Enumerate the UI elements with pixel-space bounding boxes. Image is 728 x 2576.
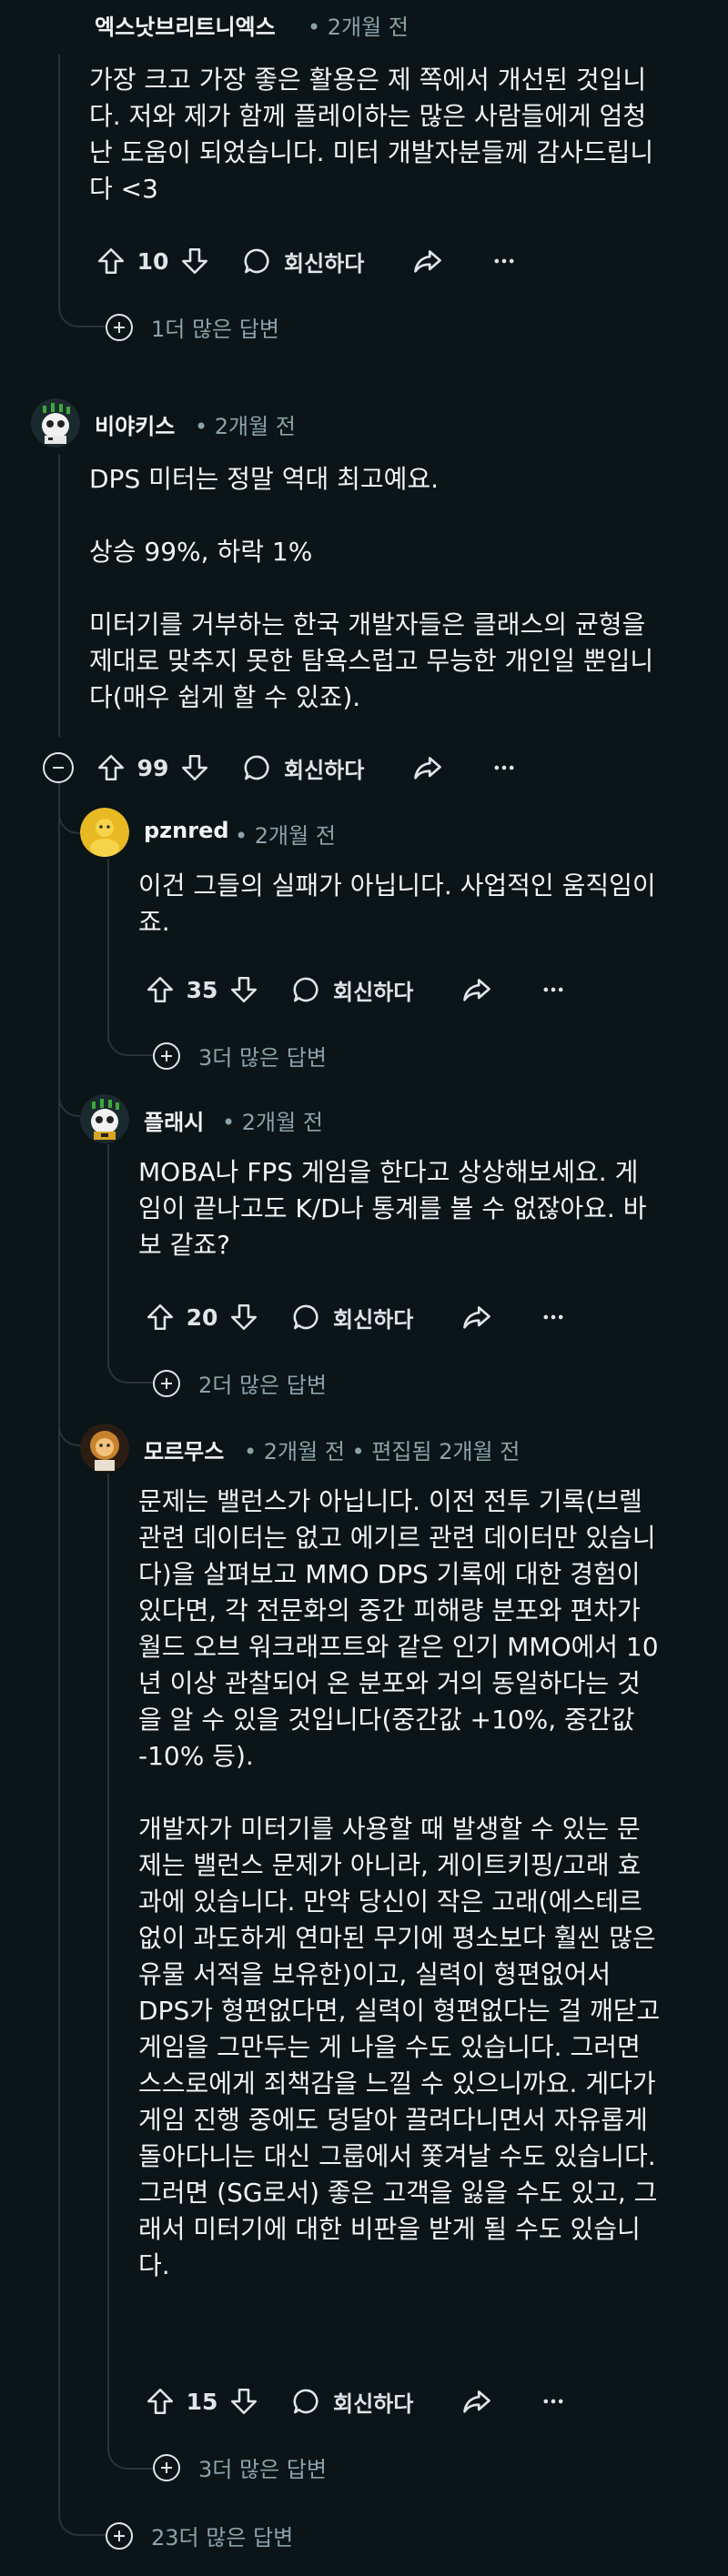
thread-line — [58, 784, 60, 2512]
reply-label: 회신하다 — [333, 979, 414, 1005]
share-icon[interactable] — [408, 241, 448, 281]
more-replies-button[interactable]: 3더 많은 답변 — [153, 1040, 327, 1072]
vote-count: 99 — [136, 754, 169, 781]
comment-author[interactable]: 플래시 — [144, 1104, 204, 1136]
more-replies-label: 2더 많은 답변 — [198, 1373, 327, 1398]
upvote-icon[interactable] — [140, 1297, 180, 1337]
more-options-icon[interactable] — [533, 2381, 573, 2421]
more-replies-label: 1더 많은 답변 — [151, 317, 279, 342]
more-replies-label: 23더 많은 답변 — [151, 2525, 294, 2551]
share-icon[interactable] — [457, 970, 497, 1010]
reply-button[interactable]: 회신하다 — [291, 974, 413, 1006]
vote-count: 10 — [136, 247, 169, 275]
vote-count: 20 — [186, 1303, 218, 1331]
vote-count: 35 — [186, 976, 218, 1003]
avatar[interactable] — [80, 1424, 129, 1473]
comment-bubble-icon — [293, 2389, 318, 2414]
plus-icon — [153, 1369, 180, 1397]
comment-body: 가장 크고 가장 좋은 활용은 제 쪽에서 개선된 것입니 다. 저와 제가 함… — [89, 65, 654, 204]
vote-count: 15 — [186, 2388, 218, 2415]
upvote-icon[interactable] — [91, 748, 131, 788]
more-replies-button[interactable]: 2더 많은 답변 — [153, 1367, 327, 1399]
plus-icon — [106, 313, 133, 341]
thread-line — [107, 859, 109, 1041]
reply-button[interactable]: 회신하다 — [242, 246, 364, 277]
comment-action-bar: 15 회신하다 — [140, 2379, 573, 2424]
comment-action-bar: 35 회신하다 — [140, 967, 573, 1012]
more-replies-button[interactable]: 3더 많은 답변 — [153, 2451, 327, 2483]
thread-curve — [58, 2492, 113, 2536]
comment-timestamp: • 2개월 전 • 편집됨 2개월 전 — [244, 1439, 521, 1464]
more-replies-label: 3더 많은 답변 — [198, 2457, 327, 2482]
thread-line — [107, 1144, 109, 1367]
comment-action-bar: 10 회신하다 — [91, 238, 524, 284]
comment-author[interactable]: 모르무스 — [144, 1434, 224, 1465]
upvote-icon[interactable] — [140, 2381, 180, 2421]
share-icon[interactable] — [457, 2381, 497, 2421]
more-replies-button[interactable]: 1더 많은 답변 — [106, 311, 279, 343]
comment-body: 문제는 밸런스가 아닙니다. 이전 전투 기록(브렐 관련 데이터는 없고 에기… — [138, 1486, 661, 2280]
comment-body: DPS 미터는 정말 역대 최고예요. 상승 99%, 하락 1% 미터기를 거… — [89, 464, 654, 712]
thread-line — [58, 55, 60, 287]
avatar[interactable] — [31, 398, 80, 448]
reply-label: 회신하다 — [333, 1306, 414, 1333]
share-icon[interactable] — [408, 748, 448, 788]
thread-line — [107, 1474, 109, 2451]
more-replies-button[interactable]: 23더 많은 답변 — [106, 2520, 293, 2551]
comment-timestamp: • 2개월 전 — [235, 823, 336, 849]
comment-body: MOBA나 FPS 게임을 한다고 상상해보세요. 게 임이 끝나고도 K/D나… — [138, 1157, 647, 1260]
comment-bubble-icon — [293, 977, 318, 1002]
comment-action-bar: 99 회신하다 — [91, 745, 524, 790]
comment-bubble-icon — [293, 1304, 318, 1330]
reply-label: 회신하다 — [284, 250, 365, 277]
plus-icon — [153, 2453, 180, 2481]
plus-icon — [153, 1041, 180, 1070]
plus-icon — [106, 2521, 133, 2550]
comment-author[interactable]: pznred — [144, 818, 229, 843]
reply-label: 회신하다 — [284, 757, 365, 783]
share-icon[interactable] — [457, 1297, 497, 1337]
comment-body: 이건 그들의 실패가 아닙니다. 사업적인 움직임이 죠. — [138, 870, 656, 937]
downvote-icon[interactable] — [224, 2381, 264, 2421]
upvote-icon[interactable] — [140, 970, 180, 1010]
downvote-icon[interactable] — [175, 748, 215, 788]
reply-label: 회신하다 — [333, 2390, 414, 2417]
reply-button[interactable]: 회신하다 — [291, 1302, 413, 1333]
more-options-icon[interactable] — [484, 748, 524, 788]
more-options-icon[interactable] — [533, 970, 573, 1010]
comment-timestamp: • 2개월 전 — [222, 1110, 323, 1135]
downvote-icon[interactable] — [175, 241, 215, 281]
comment-timestamp: • 2개월 전 — [195, 414, 296, 439]
more-options-icon[interactable] — [484, 241, 524, 281]
reply-button[interactable]: 회신하다 — [242, 752, 364, 784]
downvote-icon[interactable] — [224, 970, 264, 1010]
reply-button[interactable]: 회신하다 — [291, 2386, 413, 2418]
comment-author[interactable]: 엑스낫브리트니엑스 — [95, 9, 276, 41]
avatar[interactable] — [80, 808, 129, 857]
more-options-icon[interactable] — [533, 1297, 573, 1337]
comment-author[interactable]: 비야키스 — [95, 408, 175, 440]
comment-action-bar: 20 회신하다 — [140, 1294, 573, 1340]
comment-bubble-icon — [244, 755, 269, 780]
downvote-icon[interactable] — [224, 1297, 264, 1337]
thread-curve — [58, 282, 113, 327]
comment-timestamp: • 2개월 전 — [308, 15, 409, 40]
comment-bubble-icon — [244, 248, 269, 274]
thread-line — [58, 455, 60, 737]
more-replies-label: 3더 많은 답변 — [198, 1045, 327, 1071]
avatar[interactable] — [80, 1094, 129, 1143]
collapse-thread-button[interactable] — [43, 752, 74, 783]
upvote-icon[interactable] — [91, 241, 131, 281]
